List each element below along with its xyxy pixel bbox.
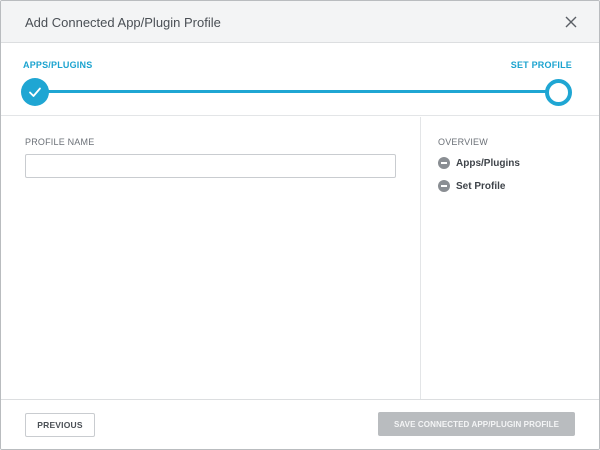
step-current-indicator: [545, 79, 572, 106]
minus-circle-icon: [438, 157, 450, 169]
profile-name-label: PROFILE NAME: [25, 137, 95, 147]
overview-panel: OVERVIEW Apps/Plugins Set Profile: [420, 117, 599, 399]
previous-button[interactable]: PREVIOUS: [25, 413, 95, 437]
minus-circle-icon: [438, 180, 450, 192]
dialog-body: PROFILE NAME OVERVIEW Apps/Plugins Set P…: [1, 117, 599, 399]
wizard-stepper: APPS/PLUGINS SET PROFILE: [1, 43, 599, 116]
stepper-progress-line: [35, 90, 559, 93]
close-icon[interactable]: [563, 14, 579, 30]
step-label-apps-plugins: APPS/PLUGINS: [23, 60, 93, 70]
dialog-title: Add Connected App/Plugin Profile: [25, 15, 221, 30]
checkmark-icon: [29, 87, 41, 97]
step-complete-indicator[interactable]: [21, 78, 49, 106]
profile-form: PROFILE NAME: [1, 117, 420, 399]
overview-item-label: Apps/Plugins: [456, 157, 520, 169]
overview-item-apps-plugins: Apps/Plugins: [438, 156, 520, 170]
dialog-footer: PREVIOUS SAVE CONNECTED APP/PLUGIN PROFI…: [1, 399, 599, 449]
dialog-header: Add Connected App/Plugin Profile: [1, 1, 599, 43]
step-label-set-profile: SET PROFILE: [510, 60, 572, 70]
overview-item-set-profile: Set Profile: [438, 179, 505, 193]
add-profile-dialog: Add Connected App/Plugin Profile APPS/PL…: [0, 0, 600, 450]
overview-title: OVERVIEW: [438, 137, 488, 147]
profile-name-input[interactable]: [25, 154, 396, 178]
overview-item-label: Set Profile: [456, 180, 506, 192]
save-profile-button[interactable]: SAVE CONNECTED APP/PLUGIN PROFILE: [378, 412, 575, 436]
